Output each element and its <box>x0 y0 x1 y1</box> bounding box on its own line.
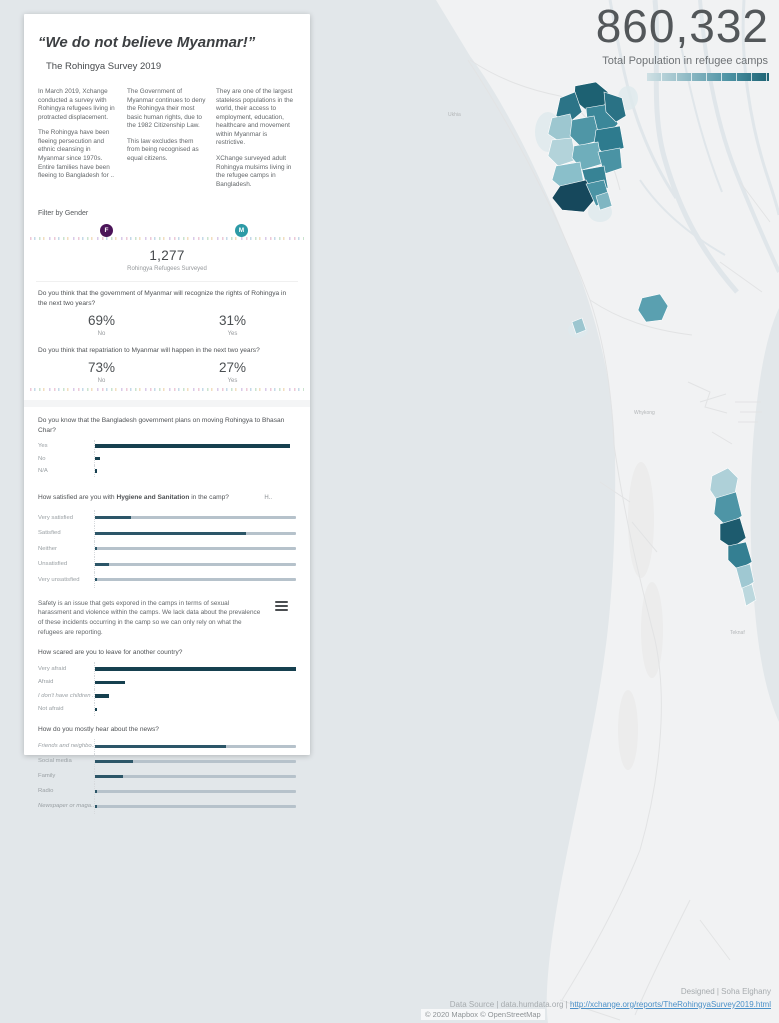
map-place-label: Teknaf <box>730 630 745 636</box>
bar[interactable] <box>95 745 226 748</box>
question-scared: How scared are you to leave for another … <box>38 648 296 658</box>
news-chart: Friends and neighbo.. Social media Famil… <box>38 739 296 814</box>
map-kpi-block: 860,332 Total Population in refugee camp… <box>596 2 769 81</box>
bar-label: Very afraid <box>38 666 94 672</box>
bar-label: No <box>38 456 94 462</box>
data-source-text: Data Source | data.humdata.org | <box>450 1000 570 1009</box>
bar-track <box>95 547 296 550</box>
bar[interactable] <box>95 563 109 566</box>
safety-note-block: Safety is an issue that gets expored in … <box>38 599 296 637</box>
bar[interactable] <box>95 681 125 685</box>
map-place-label: Ukhia <box>448 112 461 118</box>
kpi-value: 73% <box>36 360 167 375</box>
bar[interactable] <box>95 708 97 712</box>
footer-credits: Designed | Soha Elghany Data Source | da… <box>450 986 771 1011</box>
male-filter-button[interactable]: M <box>235 224 248 237</box>
intro-paragraph: The Rohingya have been fleeing persecuti… <box>38 129 118 180</box>
scared-chart: Very afraid Afraid I don't have children… <box>38 662 296 716</box>
bar-label: Yes <box>38 443 94 449</box>
kpi-label: Yes <box>167 331 298 337</box>
dashboard-subtitle: The Rohingya Survey 2019 <box>46 61 298 72</box>
intro-paragraph: XChange surveyed adult Rohingya mulsims … <box>216 155 296 189</box>
bar[interactable] <box>95 444 290 448</box>
bar-label: Not afraid <box>38 706 94 712</box>
bar[interactable] <box>95 790 97 793</box>
repatriation-kpis: 73% No 27% Yes <box>36 360 298 384</box>
bar-label: I don't have children .. <box>38 693 94 699</box>
bar-label: Satisfied <box>38 530 94 536</box>
bar-label: Unsatisfied <box>38 561 94 567</box>
parameter-dropdown[interactable]: H.. <box>264 495 272 501</box>
kpi-value: 31% <box>167 313 298 328</box>
bar[interactable] <box>95 760 133 763</box>
intro-paragraph: They are one of the largest stateless po… <box>216 88 296 148</box>
bar-track <box>95 790 296 793</box>
section-divider <box>24 400 310 407</box>
dashboard-title: “We do not believe Myanmar!” <box>38 34 298 51</box>
bar-label: N/A <box>38 468 94 474</box>
bar-label: Afraid <box>38 679 94 685</box>
bar[interactable] <box>95 578 97 581</box>
safety-note: Safety is an issue that gets expored in … <box>38 599 264 637</box>
intro-paragraph: In March 2019, Xchange conducted a surve… <box>38 88 118 122</box>
map-attribution[interactable]: © 2020 Mapbox © OpenStreetMap <box>421 1009 545 1020</box>
gender-jitter-strip[interactable] <box>30 237 304 240</box>
respondents-count: 1,277 <box>36 248 298 263</box>
bar[interactable] <box>95 805 97 808</box>
survey-jitter-strip[interactable] <box>30 388 304 391</box>
bar-label: Very satisfied <box>38 515 94 521</box>
designer-credit: Designed | Soha Elghany <box>450 986 771 998</box>
bar-track <box>95 805 296 808</box>
kpi-label: Yes <box>167 378 298 384</box>
survey-card: “We do not believe Myanmar!” The Rohingy… <box>24 14 310 755</box>
menu-icon[interactable] <box>275 601 288 613</box>
question-news: How do you mostly hear about the news? <box>38 725 296 735</box>
bar-label: Family <box>38 773 94 779</box>
question-satisfaction: How satisfied are you with Hygiene and S… <box>38 493 229 503</box>
respondents-label: Rohingya Refugees Surveyed <box>36 266 298 272</box>
respondents-kpi: 1,277 Rohingya Refugees Surveyed <box>36 248 298 282</box>
bar[interactable] <box>95 694 109 698</box>
bar-track <box>95 578 296 581</box>
bar-label: Friends and neighbo.. <box>38 743 94 749</box>
bar[interactable] <box>95 667 296 671</box>
bar[interactable] <box>95 775 123 778</box>
kpi-label: No <box>36 378 167 384</box>
intro-paragraph: This law excludes them from being recogn… <box>127 138 207 164</box>
source-link[interactable]: http://xchange.org/reports/TheRohingyaSu… <box>570 1000 771 1009</box>
total-population-value: 860,332 <box>596 2 769 52</box>
bar-label: Neither <box>38 546 94 552</box>
gender-filter: F M <box>36 224 298 244</box>
bar[interactable] <box>95 547 97 550</box>
bar-label: Newspaper or maga.. <box>38 803 94 809</box>
bar[interactable] <box>95 457 100 461</box>
map-place-label: Whykong <box>634 410 655 416</box>
kpi-value: 27% <box>167 360 298 375</box>
intro-text: In March 2019, Xchange conducted a surve… <box>38 88 296 196</box>
question-repatriation: Do you think that repatriation to Myanma… <box>38 346 296 356</box>
bar-label: Radio <box>38 788 94 794</box>
bar[interactable] <box>95 532 246 535</box>
bhasan-char-chart: Yes No N/A <box>38 440 296 478</box>
kpi-value: 69% <box>36 313 167 328</box>
bar-label: Very unsatisfied <box>38 577 94 583</box>
bar[interactable] <box>95 469 97 473</box>
population-legend-title: Total Population in refugee camps <box>596 55 768 67</box>
bar-label: Social media <box>38 758 94 764</box>
population-color-legend <box>647 73 769 81</box>
question-bhasan-char: Do you know that the Bangladesh governme… <box>38 416 296 436</box>
satisfaction-chart: Very satisfied Satisfied Neither Unsatis… <box>38 510 296 588</box>
bar-track <box>95 563 296 566</box>
gender-filter-label: Filter by Gender <box>38 210 296 217</box>
bar[interactable] <box>95 516 131 519</box>
bar-track <box>95 775 296 778</box>
kpi-label: No <box>36 331 167 337</box>
recognize-rights-kpis: 69% No 31% Yes <box>36 313 298 337</box>
jitter-strip-row <box>30 387 304 392</box>
question-recognize-rights: Do you think that the government of Myan… <box>38 289 296 309</box>
female-filter-button[interactable]: F <box>100 224 113 237</box>
intro-paragraph: The Government of Myanmar continues to d… <box>127 88 207 131</box>
